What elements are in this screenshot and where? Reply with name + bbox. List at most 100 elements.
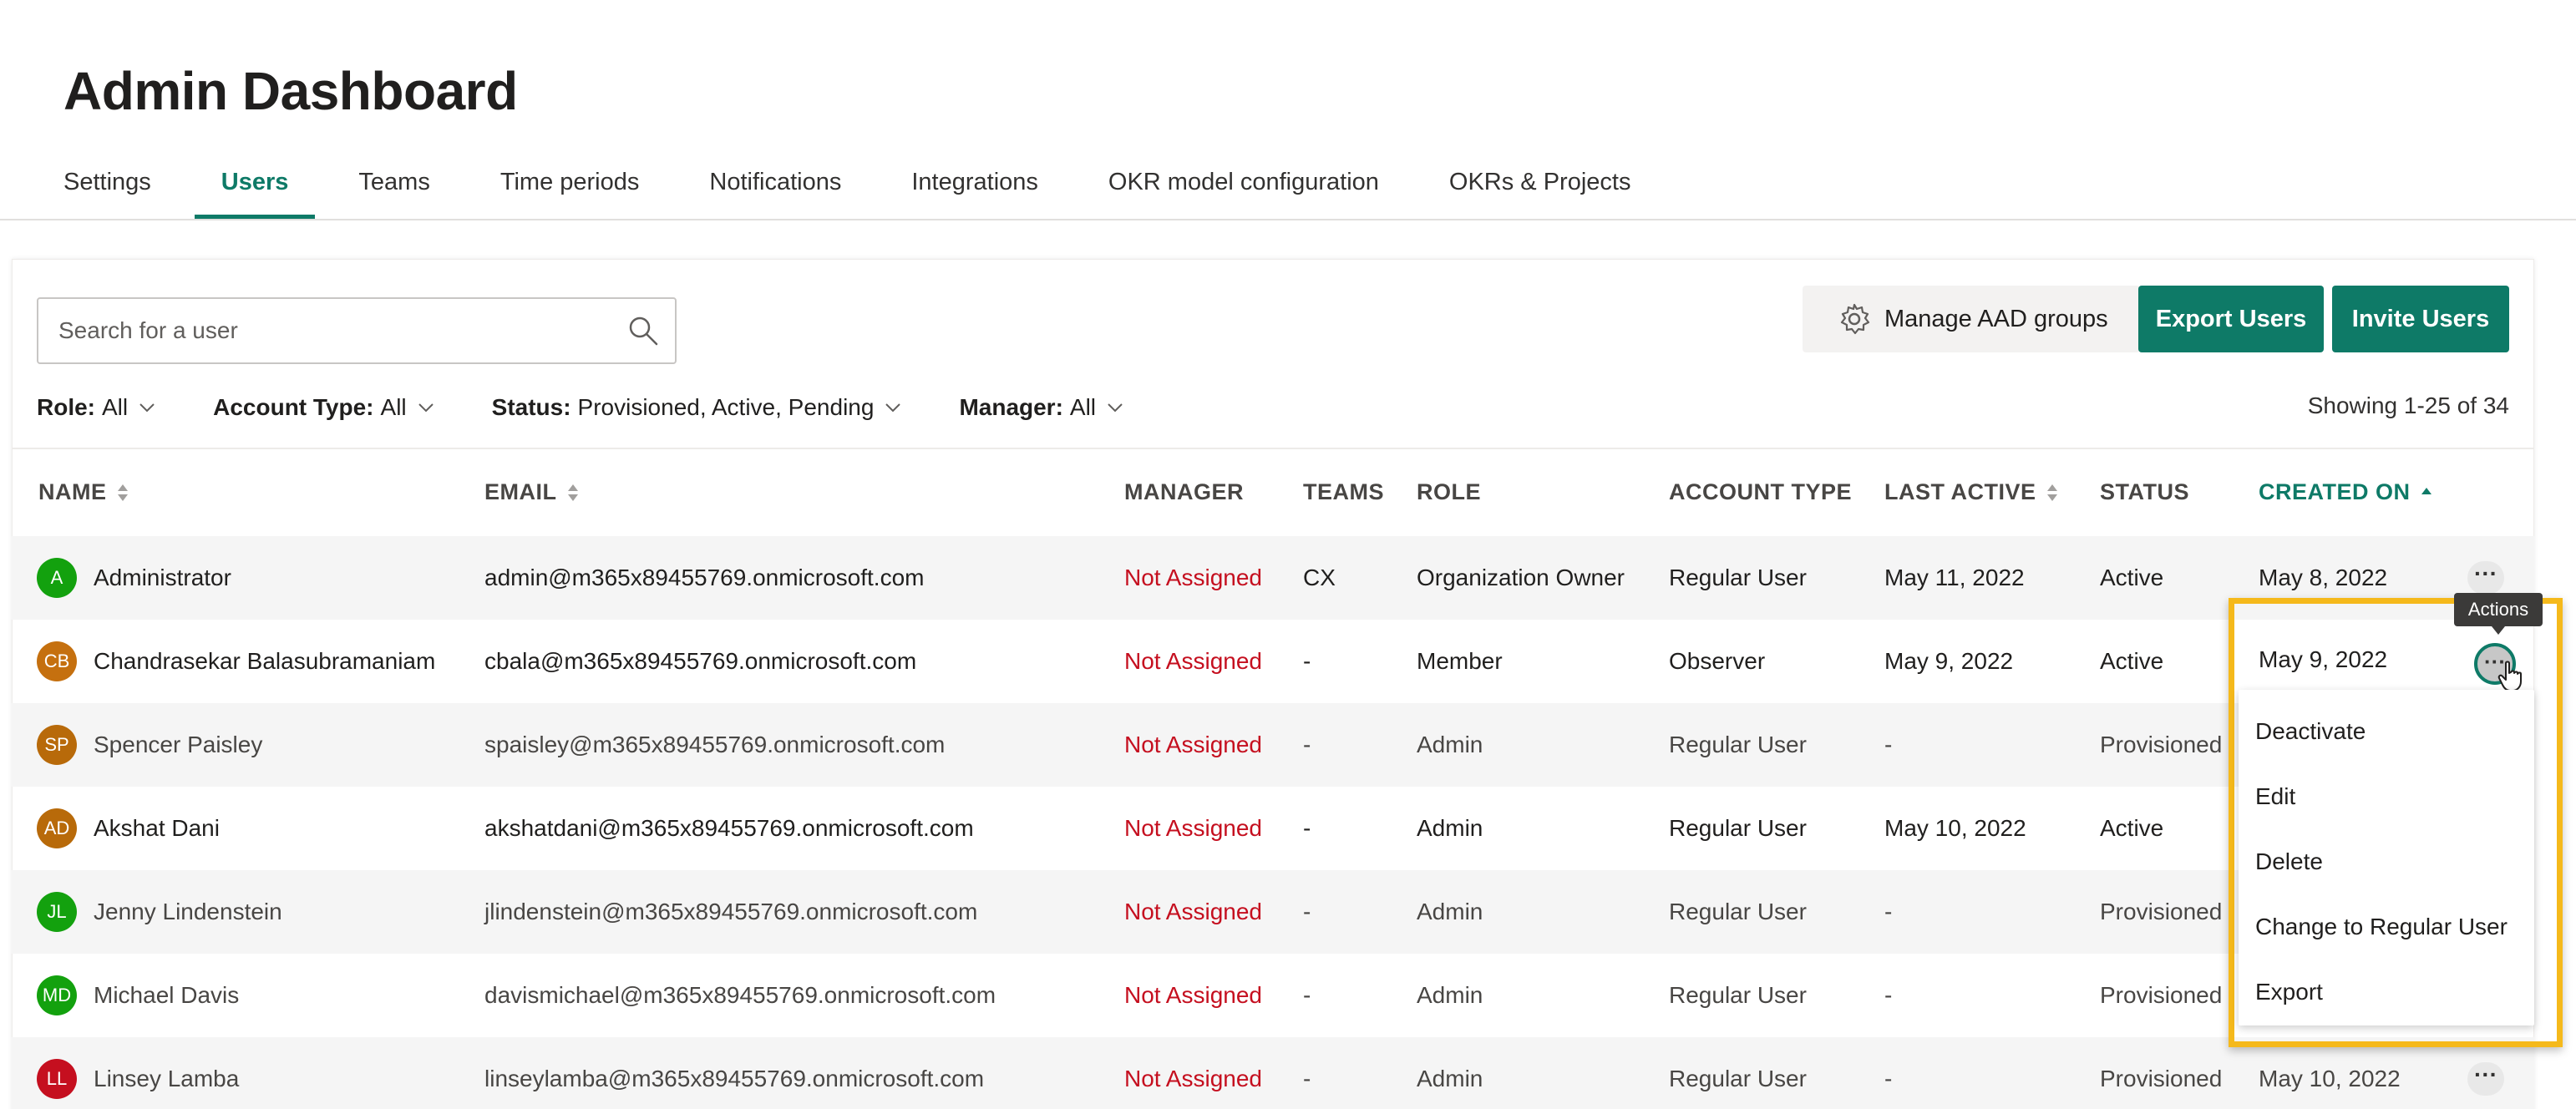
user-status: Provisioned bbox=[2100, 982, 2223, 1008]
table-row[interactable]: LL Linsey Lamba linseylamba@m365x8945576… bbox=[12, 1037, 2534, 1109]
user-last-active: - bbox=[1884, 1066, 1893, 1091]
user-last-active: - bbox=[1884, 732, 1893, 757]
user-email: jlindenstein@m365x89455769.onmicrosoft.c… bbox=[484, 899, 978, 924]
manage-aad-groups-button[interactable]: Manage AAD groups bbox=[1803, 286, 2140, 352]
table-row[interactable]: CB Chandrasekar Balasubramaniam cbala@m3… bbox=[12, 620, 2534, 703]
user-status: Provisioned bbox=[2100, 732, 2223, 757]
user-role: Admin bbox=[1417, 1066, 1483, 1091]
tab-users[interactable]: Users bbox=[186, 159, 324, 219]
user-name: Linsey Lamba bbox=[94, 1066, 240, 1091]
filter-bar: Role: All Account Type: All Status: Prov… bbox=[37, 391, 1124, 424]
user-status: Active bbox=[2100, 648, 2164, 674]
user-last-active: May 11, 2022 bbox=[1884, 565, 2025, 590]
avatar: SP bbox=[37, 725, 77, 765]
chevron-down-icon bbox=[418, 403, 434, 413]
column-header-name[interactable]: NAME bbox=[38, 479, 130, 505]
hand-pointer-icon bbox=[2497, 661, 2522, 691]
user-role: Admin bbox=[1417, 982, 1483, 1008]
user-teams: - bbox=[1303, 982, 1311, 1008]
user-manager: Not Assigned bbox=[1124, 648, 1262, 674]
export-users-button[interactable]: Export Users bbox=[2138, 286, 2324, 352]
column-header-manager: MANAGER bbox=[1124, 479, 1244, 504]
column-header-email[interactable]: EMAIL bbox=[484, 479, 581, 505]
user-last-active: May 9, 2022 bbox=[1884, 648, 2014, 674]
user-name: Administrator bbox=[94, 565, 231, 590]
user-last-active: - bbox=[1884, 982, 1893, 1008]
tab-settings[interactable]: Settings bbox=[28, 159, 186, 219]
menu-item-deactivate[interactable]: Deactivate bbox=[2255, 718, 2366, 745]
menu-item-edit[interactable]: Edit bbox=[2255, 783, 2295, 810]
column-header-created-on[interactable]: CREATED ON bbox=[2259, 479, 2434, 505]
user-name: Spencer Paisley bbox=[94, 732, 263, 757]
tab-integrations[interactable]: Integrations bbox=[876, 159, 1073, 219]
tab-time-periods[interactable]: Time periods bbox=[465, 159, 675, 219]
column-header-last-active-label: LAST ACTIVE bbox=[1884, 479, 2036, 504]
table-row[interactable]: MD Michael Davis davismichael@m365x89455… bbox=[12, 954, 2534, 1037]
table-row[interactable]: JL Jenny Lindenstein jlindenstein@m365x8… bbox=[12, 870, 2534, 954]
more-horizontal-icon[interactable]: ··· bbox=[2467, 561, 2504, 595]
search-icon[interactable] bbox=[626, 314, 660, 347]
table-row[interactable]: SP Spencer Paisley spaisley@m365x8945576… bbox=[12, 703, 2534, 787]
user-account-type: Regular User bbox=[1669, 982, 1807, 1008]
user-account-type: Regular User bbox=[1669, 899, 1807, 924]
account-type-filter-value: All bbox=[380, 394, 407, 420]
tab-okrs-projects[interactable]: OKRs & Projects bbox=[1414, 159, 1666, 219]
user-teams: - bbox=[1303, 815, 1311, 841]
avatar: MD bbox=[37, 975, 77, 1015]
role-filter[interactable]: Role: All bbox=[37, 391, 156, 424]
sort-ascending-icon bbox=[2421, 487, 2431, 494]
user-teams: - bbox=[1303, 899, 1311, 924]
user-manager: Not Assigned bbox=[1124, 1066, 1262, 1091]
user-account-type: Regular User bbox=[1669, 1066, 1807, 1091]
user-name: Michael Davis bbox=[94, 982, 240, 1008]
user-manager: Not Assigned bbox=[1124, 899, 1262, 924]
user-status: Provisioned bbox=[2100, 1066, 2223, 1091]
account-type-filter[interactable]: Account Type: All bbox=[213, 391, 435, 424]
search-input[interactable] bbox=[58, 299, 626, 362]
table-row[interactable]: AD Akshat Dani akshatdani@m365x89455769.… bbox=[12, 787, 2534, 870]
invite-users-button[interactable]: Invite Users bbox=[2332, 286, 2509, 352]
tab-notifications[interactable]: Notifications bbox=[674, 159, 876, 219]
user-email: admin@m365x89455769.onmicrosoft.com bbox=[484, 565, 925, 590]
user-teams: CX bbox=[1303, 565, 1336, 590]
table-row[interactable]: A Administrator admin@m365x89455769.onmi… bbox=[12, 536, 2534, 620]
user-email: davismichael@m365x89455769.onmicrosoft.c… bbox=[484, 982, 996, 1008]
column-header-created-on-label: CREATED ON bbox=[2259, 479, 2411, 504]
user-status: Active bbox=[2100, 815, 2164, 841]
page-title: Admin Dashboard bbox=[63, 61, 518, 121]
search-box bbox=[37, 297, 677, 364]
tab-okr-model-configuration[interactable]: OKR model configuration bbox=[1073, 159, 1414, 219]
more-horizontal-icon[interactable]: ··· bbox=[2467, 1062, 2504, 1096]
user-status: Active bbox=[2100, 565, 2164, 590]
user-email: cbala@m365x89455769.onmicrosoft.com bbox=[484, 648, 917, 674]
actions-dropdown-menu: Deactivate Edit Delete Change to Regular… bbox=[2239, 690, 2534, 1025]
sort-icon bbox=[117, 484, 128, 501]
user-role: Admin bbox=[1417, 732, 1483, 757]
avatar: A bbox=[37, 558, 77, 598]
user-account-type: Regular User bbox=[1669, 565, 1807, 590]
sort-icon bbox=[567, 484, 578, 501]
chevron-down-icon bbox=[885, 403, 901, 413]
avatar: LL bbox=[37, 1059, 77, 1099]
column-header-email-label: EMAIL bbox=[484, 479, 557, 504]
tab-teams[interactable]: Teams bbox=[323, 159, 464, 219]
user-last-active: - bbox=[1884, 899, 1893, 924]
column-header-role: ROLE bbox=[1417, 479, 1482, 504]
column-header-last-active[interactable]: LAST ACTIVE bbox=[1884, 479, 2060, 505]
user-name: Jenny Lindenstein bbox=[94, 899, 282, 924]
menu-item-delete[interactable]: Delete bbox=[2255, 848, 2323, 875]
menu-item-change-to-regular-user[interactable]: Change to Regular User bbox=[2255, 914, 2508, 940]
manager-filter[interactable]: Manager: All bbox=[959, 391, 1124, 424]
menu-item-export[interactable]: Export bbox=[2255, 979, 2323, 1005]
column-header-teams: TEAMS bbox=[1303, 479, 1384, 504]
results-count: Showing 1-25 of 34 bbox=[2307, 392, 2509, 418]
chevron-down-icon bbox=[139, 403, 155, 413]
gear-icon bbox=[1840, 303, 1870, 335]
user-created-on: May 10, 2022 bbox=[2259, 1066, 2401, 1091]
user-teams: - bbox=[1303, 648, 1311, 674]
status-filter[interactable]: Status: Provisioned, Active, Pending bbox=[492, 391, 903, 424]
avatar: JL bbox=[37, 892, 77, 932]
user-status: Provisioned bbox=[2100, 899, 2223, 924]
page-header: Admin Dashboard Settings Users Teams Tim… bbox=[0, 0, 2576, 220]
user-teams: - bbox=[1303, 1066, 1311, 1091]
